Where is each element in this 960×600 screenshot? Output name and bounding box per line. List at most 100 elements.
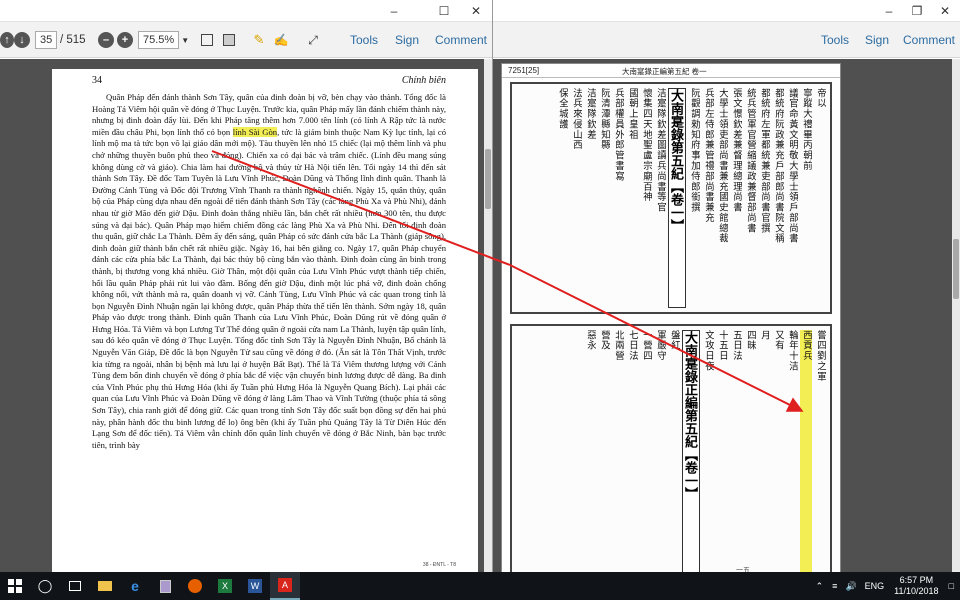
text-column: 盤紅: [669, 330, 680, 351]
expand-icon[interactable]: ⤢: [304, 30, 322, 50]
clock[interactable]: 6:57 PM 11/10/2018: [894, 575, 938, 597]
page-footer: 38 - ĐNTL - T8: [422, 562, 456, 568]
zoom-select[interactable]: 75.5% ▼: [138, 30, 189, 50]
clock-date: 11/10/2018: [894, 586, 939, 596]
comment-link[interactable]: Comment: [903, 30, 955, 50]
notepad-icon[interactable]: [150, 572, 180, 600]
right-scrollbar[interactable]: [952, 59, 960, 572]
right-pdf-window: – ❐ ✕ Tools Sign Comment 7251[25] 大南寔錄正編…: [493, 0, 960, 572]
fit-width-icon[interactable]: [198, 30, 216, 50]
chinese-page: 7251[25] 大南寔錄正編第五紀 卷一 帝以 寧蹤大禮畢丙朝前 議官命黃文明敬大…: [501, 63, 841, 572]
text-column: 統兵管軍官營縮議政兼督部尚書: [745, 88, 756, 234]
right-document-viewer[interactable]: 7251[25] 大南寔錄正編第五紀 卷一 帝以 寧蹤大禮畢丙朝前 議官命黃文明敬大…: [493, 59, 960, 572]
acrobat-icon[interactable]: A: [270, 572, 300, 600]
sign-link[interactable]: Sign: [395, 30, 419, 50]
book-title: 大南寔錄正編第五紀 卷一: [622, 67, 707, 76]
excel-icon[interactable]: X: [210, 572, 240, 600]
close-icon[interactable]: ✕: [462, 0, 490, 22]
left-title-bar: – ☐ ✕: [0, 0, 492, 22]
minimize-icon[interactable]: –: [875, 0, 903, 22]
text-column: 兵部權員外郎管書寫: [613, 88, 624, 182]
text-column: 寧蹤大禮畢丙朝前: [801, 88, 812, 172]
windows-taskbar: ◯ e X W A ⌃ ≡ 🔊 ENG 6:57 PM 11/10/2018 □: [0, 572, 960, 600]
chevron-up-icon[interactable]: ⌃: [816, 581, 824, 592]
page-number: 34: [92, 75, 102, 86]
text-column: 張文憬欽差兼督理總理尚書: [731, 88, 742, 213]
right-toolbar: Tools Sign Comment: [493, 22, 960, 58]
page-body: Quân Pháp đến đánh thành Sơn Tây, quân c…: [92, 92, 446, 451]
page-total: / 515: [60, 34, 86, 46]
right-title-bar: – ❐ ✕: [493, 0, 960, 22]
firefox-icon[interactable]: [180, 572, 210, 600]
chevron-down-icon: ▼: [181, 35, 190, 45]
page-header: 34 Chính biên: [92, 75, 446, 86]
top-text-panel: 帝以 寧蹤大禮畢丙朝前 議官命黃文明敬大學士領戶部尚書 都統府阮政兼充戶部郎尚書院文稱…: [510, 82, 832, 314]
page-code: 7251[25]: [508, 66, 540, 75]
text-column: 都統府阮政兼充戶部郎尚書院文稱: [773, 88, 784, 244]
start-icon[interactable]: [0, 572, 30, 600]
text-column: 嘗四劉之軍: [815, 330, 826, 382]
page-number-input[interactable]: 35: [35, 30, 58, 50]
zoom-out-icon[interactable]: –: [96, 30, 116, 50]
top-columns: 帝以 寧蹤大禮畢丙朝前 議官命黃文明敬大學士領戶部尚書 都統府阮政兼充戶部郎尚書院文稱…: [516, 88, 826, 308]
close-icon[interactable]: ✕: [931, 0, 959, 22]
restore-icon[interactable]: ❐: [903, 0, 931, 22]
text-column: 都統府左軍都統兼吏部尚書官撰: [759, 88, 770, 234]
text-column: 阮觀調勑知府事加侍郎銜撰: [689, 88, 700, 213]
text-column: 一營四: [641, 330, 652, 362]
text-column: 惡永: [585, 330, 596, 351]
bottom-columns: 嘗四劉之軍 西貢兵 輪年十洁 又有月四昧 五日法 十五日 文攻日夜 大南寔錄正編第五紀【卷一】…: [516, 330, 826, 572]
highlighted-column: 西貢兵: [800, 330, 812, 572]
left-toolbar: ↑ ↓ 35 / 515 – + 75.5% ▼ ✎ ✍ ⤢ Tools Sign…: [0, 22, 492, 58]
text-column: 北兩營: [613, 330, 624, 362]
file-explorer-icon[interactable]: [90, 572, 120, 600]
text-column: 輪年十洁: [787, 330, 798, 372]
comment-link[interactable]: Comment: [435, 30, 487, 50]
sign-link[interactable]: Sign: [865, 30, 889, 50]
minimize-icon[interactable]: –: [380, 0, 408, 22]
next-page-icon[interactable]: ↓: [14, 30, 30, 50]
page-signature: 一五: [736, 567, 750, 572]
tools-link[interactable]: Tools: [821, 30, 849, 50]
text-column: 議官命黃文明敬大學士領戶部尚書: [787, 88, 798, 244]
left-scrollbar[interactable]: [484, 59, 492, 572]
text-column: 五日法: [731, 330, 742, 362]
search-icon[interactable]: ◯: [30, 572, 60, 600]
text-column: 洁寔隊欽差圖讀兵尚書等官: [655, 88, 666, 213]
text-column: 軍嚴守: [655, 330, 666, 362]
system-tray: ⌃ ≡ 🔊 ENG 6:57 PM 11/10/2018 □: [811, 572, 960, 600]
task-view-icon[interactable]: [60, 572, 90, 600]
left-pdf-window: – ☐ ✕ ↑ ↓ 35 / 515 – + 75.5% ▼ ✎ ✍ ⤢ Tool…: [0, 0, 493, 572]
body-text-2: , tức là giám binh thuộc Nam Kỳ lục tỉnh…: [92, 126, 447, 450]
language-indicator[interactable]: ENG: [865, 581, 885, 591]
tools-link[interactable]: Tools: [350, 30, 378, 50]
scroll-thumb[interactable]: [953, 239, 959, 299]
text-column: 洁寔隊欽差: [585, 88, 596, 140]
zoom-in-icon[interactable]: +: [115, 30, 135, 50]
fit-page-icon[interactable]: [220, 30, 238, 50]
page-header: 7251[25] 大南寔錄正編第五紀 卷一: [502, 64, 840, 78]
highlight-icon[interactable]: ✍: [272, 30, 290, 50]
text-column: 七日法: [627, 330, 638, 362]
clock-time: 6:57 PM: [899, 575, 934, 585]
maximize-icon[interactable]: ☐: [430, 0, 458, 22]
text-column: 又有: [773, 330, 784, 351]
edge-icon[interactable]: e: [120, 572, 150, 600]
text-column: 保全城護: [557, 88, 568, 130]
text-column: 帝以: [815, 88, 826, 109]
volume-icon[interactable]: 🔊: [845, 581, 856, 592]
network-icon[interactable]: ≡: [832, 581, 837, 591]
left-document-viewer[interactable]: 34 Chính biên Quân Pháp đến đánh thành S…: [0, 59, 492, 572]
comment-bubble-icon[interactable]: ✎: [250, 30, 268, 50]
word-icon[interactable]: W: [240, 572, 270, 600]
running-head: Chính biên: [401, 75, 446, 86]
prev-page-icon[interactable]: ↑: [0, 30, 14, 50]
bottom-text-panel: 嘗四劉之軍 西貢兵 輪年十洁 又有月四昧 五日法 十五日 文攻日夜 大南寔錄正編第五紀【卷一】…: [510, 324, 832, 572]
text-column: 十五日: [717, 330, 728, 362]
text-column: 四昧: [745, 330, 756, 351]
scroll-thumb[interactable]: [485, 149, 491, 209]
notifications-icon[interactable]: □: [949, 581, 954, 591]
text-column: 營及: [599, 330, 610, 351]
section-title: 大南寔錄正編第五紀【卷一】: [682, 330, 700, 572]
vietnamese-page: 34 Chính biên Quân Pháp đến đánh thành S…: [52, 69, 478, 572]
